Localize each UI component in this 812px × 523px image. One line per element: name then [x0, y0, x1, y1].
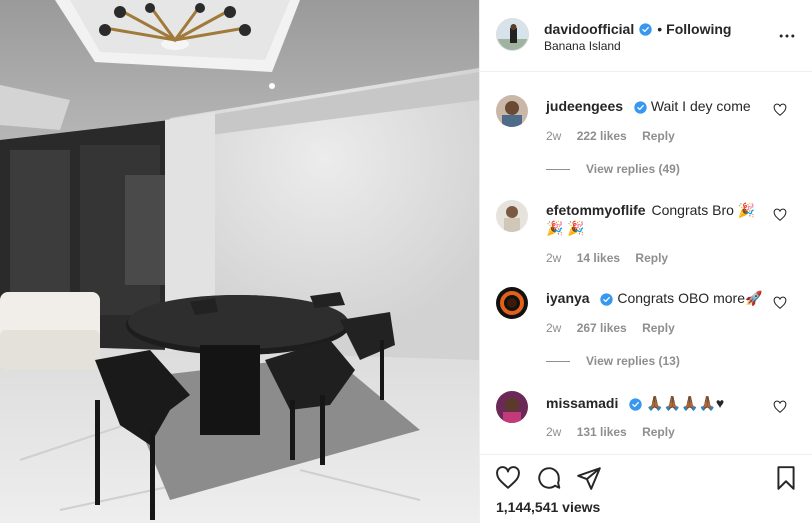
commenter-username[interactable]: iyanya: [546, 290, 590, 306]
comment-text-row: missamadi 🙏🏾🙏🏾🙏🏾🙏🏾♥: [546, 394, 771, 412]
commenter-username[interactable]: missamadi: [546, 395, 618, 411]
comment-text-row: iyanya Congrats OBO more🚀: [546, 289, 771, 307]
view-replies-button[interactable]: View replies (49): [546, 162, 680, 176]
author-row: davidoofficial • Following: [544, 20, 731, 38]
following-button[interactable]: Following: [666, 21, 731, 37]
post-actions-bar: 1,144,541 views: [480, 454, 812, 523]
reply-button[interactable]: Reply: [635, 251, 668, 265]
view-replies-button[interactable]: View replies (13): [546, 354, 680, 368]
comment-like-heart-icon[interactable]: [773, 208, 787, 222]
reply-button[interactable]: Reply: [642, 425, 675, 439]
comment-age: 2w: [546, 129, 562, 143]
replies-divider: [546, 168, 570, 170]
heart-icon[interactable]: [495, 465, 521, 491]
comment-text-row: judeengees Wait I dey come: [546, 97, 771, 115]
comment-likes[interactable]: 222 likes: [577, 129, 627, 143]
commenter-username[interactable]: judeengees: [546, 98, 623, 114]
reply-button[interactable]: Reply: [642, 129, 675, 143]
comments-list[interactable]: judeengees Wait I dey come 2w 222 likes …: [480, 73, 812, 454]
commenter-avatar[interactable]: [496, 95, 528, 127]
comment-likes[interactable]: 14 likes: [577, 251, 620, 265]
separator-dot: •: [657, 21, 663, 37]
comment-meta: 2w 267 likes Reply: [546, 321, 687, 335]
comment-likes[interactable]: 267 likes: [577, 321, 627, 335]
comment-text-row: efetommyoflife Congrats Bro 🎉 🎉 🎉: [546, 201, 771, 237]
post-viewer: davidoofficial • Following Banana Island: [0, 0, 812, 523]
commenter-username[interactable]: efetommyoflife: [546, 202, 646, 218]
replies-divider: [546, 360, 570, 362]
comment-like-heart-icon[interactable]: [773, 296, 787, 310]
reply-button[interactable]: Reply: [642, 321, 675, 335]
comment-meta: 2w 131 likes Reply: [546, 425, 687, 439]
verified-badge-icon: [629, 398, 642, 411]
post-sidebar: davidoofficial • Following Banana Island: [479, 0, 812, 523]
verified-badge-icon: [600, 293, 614, 306]
comment-body: Congrats OBO more🚀: [617, 290, 763, 306]
dining-room-photo: [0, 0, 479, 523]
verified-badge-icon: [634, 101, 647, 114]
view-replies-label: View replies (49): [586, 162, 680, 176]
comment-like-heart-icon[interactable]: [773, 103, 787, 117]
comment-body: 🙏🏾🙏🏾🙏🏾🙏🏾♥: [646, 395, 725, 411]
commenter-avatar[interactable]: [496, 287, 528, 319]
commenter-avatar[interactable]: [496, 391, 528, 423]
author-avatar[interactable]: [496, 18, 529, 51]
share-icon[interactable]: [576, 465, 602, 491]
comment-age: 2w: [546, 321, 562, 335]
post-media[interactable]: [0, 0, 479, 523]
comment-likes[interactable]: 131 likes: [577, 425, 627, 439]
comment-body: Wait I dey come: [650, 98, 751, 114]
comment-meta: 2w 14 likes Reply: [546, 251, 680, 265]
post-header: davidoofficial • Following Banana Island: [480, 0, 812, 72]
comment-age: 2w: [546, 251, 562, 265]
author-username[interactable]: davidoofficial: [544, 21, 634, 37]
comment-like-heart-icon[interactable]: [773, 400, 787, 414]
comment-age: 2w: [546, 425, 562, 439]
more-options-icon[interactable]: [777, 26, 797, 46]
view-replies-label: View replies (13): [586, 354, 680, 368]
commenter-avatar[interactable]: [496, 200, 528, 232]
comment-icon[interactable]: [536, 465, 562, 491]
bookmark-icon[interactable]: [773, 465, 799, 491]
view-count[interactable]: 1,144,541 views: [496, 499, 600, 515]
post-location[interactable]: Banana Island: [544, 39, 621, 53]
verified-badge-icon: [639, 22, 652, 36]
comment-meta: 2w 222 likes Reply: [546, 129, 687, 143]
